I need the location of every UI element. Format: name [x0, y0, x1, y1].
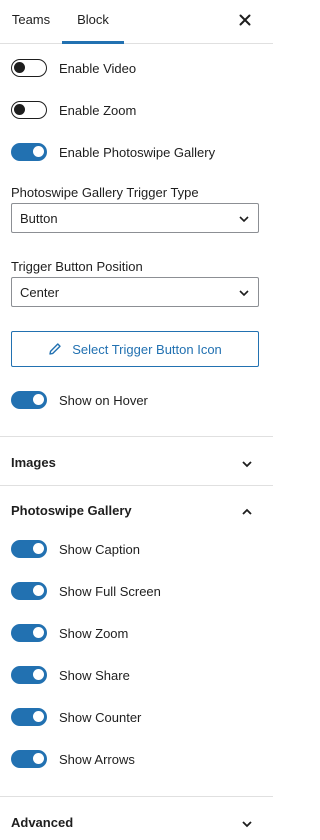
enable-photoswipe-toggle[interactable]: [11, 143, 47, 161]
advanced-panel-title: Advanced: [11, 815, 74, 830]
images-panel-title: Images: [11, 455, 56, 470]
chevron-down-icon: [239, 290, 249, 297]
toggle-knob: [33, 753, 44, 764]
show-share-toggle[interactable]: [11, 666, 47, 684]
trigger-type-label: Photoswipe Gallery Trigger Type: [11, 185, 199, 200]
tab-block[interactable]: Block: [62, 0, 124, 44]
show-share-row: Show Share: [11, 665, 130, 685]
toggle-knob: [33, 711, 44, 722]
show-zoom-row: Show Zoom: [11, 623, 128, 643]
toggle-knob: [33, 394, 44, 405]
select-trigger-icon-button[interactable]: Select Trigger Button Icon: [11, 331, 259, 367]
trigger-position-select[interactable]: Center: [11, 277, 259, 307]
select-trigger-icon-label: Select Trigger Button Icon: [72, 341, 222, 357]
show-arrows-toggle[interactable]: [11, 750, 47, 768]
toggle-knob: [33, 669, 44, 680]
chevron-down-icon: [242, 821, 252, 828]
show-counter-row: Show Counter: [11, 707, 141, 727]
enable-zoom-label: Enable Zoom: [59, 102, 137, 118]
toggle-knob: [14, 62, 25, 73]
show-on-hover-toggle[interactable]: [11, 391, 47, 409]
close-button[interactable]: [235, 10, 255, 30]
close-icon: [239, 14, 251, 26]
trigger-position-value: Center: [20, 285, 60, 300]
show-full-screen-label: Show Full Screen: [59, 583, 161, 599]
show-arrows-label: Show Arrows: [59, 751, 135, 767]
enable-video-toggle[interactable]: [11, 59, 47, 77]
toggle-knob: [33, 543, 44, 554]
show-full-screen-row: Show Full Screen: [11, 581, 161, 601]
enable-photoswipe-label: Enable Photoswipe Gallery: [59, 144, 216, 160]
divider: [0, 485, 273, 486]
sidebar-tabs: Teams Block: [0, 0, 273, 44]
show-share-label: Show Share: [59, 667, 130, 683]
chevron-up-icon: [242, 508, 252, 515]
enable-zoom-row: Enable Zoom: [11, 100, 136, 120]
toggle-knob: [33, 585, 44, 596]
show-caption-row: Show Caption: [11, 539, 140, 559]
photoswipe-panel-header[interactable]: Photoswipe Gallery: [0, 498, 273, 524]
toggle-knob: [14, 104, 25, 115]
enable-video-row: Enable Video: [11, 58, 136, 78]
trigger-type-select[interactable]: Button: [11, 203, 259, 233]
enable-zoom-toggle[interactable]: [11, 101, 47, 119]
chevron-down-icon: [242, 461, 252, 468]
images-panel-header[interactable]: Images: [0, 450, 273, 476]
chevron-down-icon: [239, 216, 249, 223]
show-caption-toggle[interactable]: [11, 540, 47, 558]
enable-photoswipe-row: Enable Photoswipe Gallery: [11, 142, 215, 162]
show-zoom-label: Show Zoom: [59, 625, 129, 641]
show-on-hover-label: Show on Hover: [59, 392, 148, 408]
show-counter-label: Show Counter: [59, 709, 142, 725]
show-on-hover-row: Show on Hover: [11, 390, 148, 410]
trigger-type-value: Button: [20, 211, 58, 226]
show-zoom-toggle[interactable]: [11, 624, 47, 642]
tab-teams[interactable]: Teams: [0, 0, 62, 43]
advanced-panel-header[interactable]: Advanced: [0, 810, 273, 836]
trigger-position-label: Trigger Button Position: [11, 259, 143, 274]
show-counter-toggle[interactable]: [11, 708, 47, 726]
divider: [0, 796, 273, 797]
divider: [0, 436, 273, 437]
show-arrows-row: Show Arrows: [11, 749, 135, 769]
pencil-icon: [49, 343, 61, 355]
show-caption-label: Show Caption: [59, 541, 140, 557]
photoswipe-panel-title: Photoswipe Gallery: [11, 503, 132, 518]
enable-video-label: Enable Video: [59, 60, 137, 76]
toggle-knob: [33, 627, 44, 638]
show-full-screen-toggle[interactable]: [11, 582, 47, 600]
toggle-knob: [33, 146, 44, 157]
